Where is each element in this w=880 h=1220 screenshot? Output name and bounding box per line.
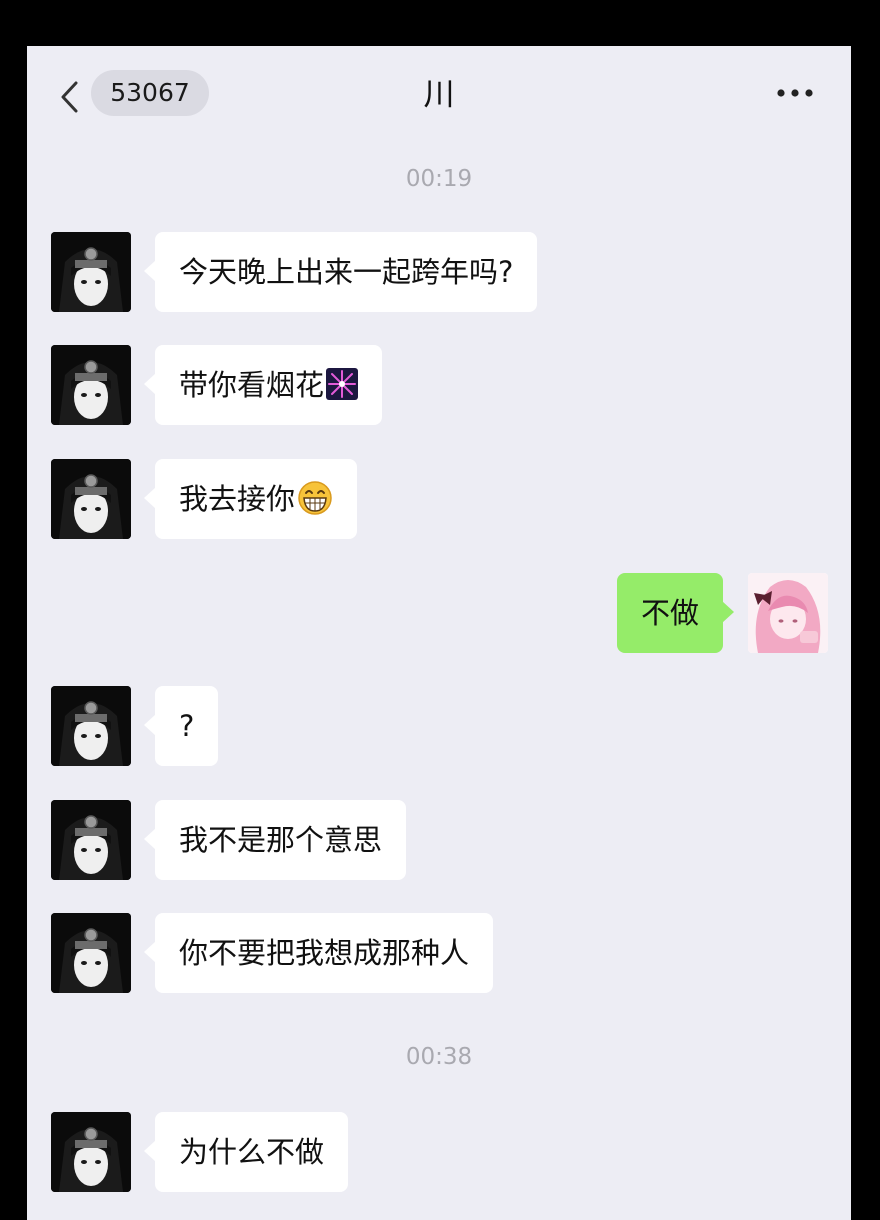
my-avatar[interactable] (748, 573, 828, 653)
contact-avatar[interactable] (51, 913, 131, 993)
timestamp: 00:19 (405, 166, 473, 192)
message-row-incoming: 为什么不做 (27, 1112, 851, 1192)
message-text: 今天晚上出来一起跨年吗? (179, 255, 514, 289)
contact-avatar[interactable] (51, 345, 131, 425)
timestamp: 00:38 (405, 1044, 473, 1070)
chat-screen: 53067 川 00:19 今天晚上出来一起跨年吗? 带你看烟花 我去接你 不做… (27, 46, 851, 1220)
message-text: 你不要把我想成那种人 (179, 936, 470, 970)
message-row-incoming: 我不是那个意思 (27, 800, 851, 880)
message-bubble[interactable]: 你不要把我想成那种人 (143, 913, 494, 993)
contact-avatar[interactable] (51, 686, 131, 766)
message-bubble[interactable]: 今天晚上出来一起跨年吗? (143, 232, 538, 312)
message-text: 不做 (640, 596, 699, 630)
message-row-incoming: 今天晚上出来一起跨年吗? (27, 232, 851, 312)
message-bubble[interactable]: 我不是那个意思 (143, 800, 407, 880)
message-row-incoming: 我去接你 (27, 459, 851, 539)
back-button[interactable] (57, 80, 83, 114)
chat-title: 川 (423, 77, 455, 113)
more-options-button[interactable] (771, 80, 819, 106)
message-row-incoming: ? (27, 686, 851, 766)
message-text: 为什么不做 (179, 1135, 325, 1169)
fireworks-emoji-icon (326, 368, 359, 400)
contact-avatar[interactable] (51, 800, 131, 880)
message-row-outgoing: 不做 (27, 573, 851, 653)
message-bubble[interactable]: ? (143, 686, 219, 766)
contact-avatar[interactable] (51, 232, 131, 312)
message-bubble[interactable]: 我去接你 (143, 459, 358, 539)
more-dots-icon (777, 89, 813, 97)
chat-header: 53067 川 (27, 46, 851, 146)
message-row-incoming: 带你看烟花 (27, 345, 851, 425)
message-row-incoming: 你不要把我想成那种人 (27, 913, 851, 993)
message-text: 我去接你 (179, 482, 296, 516)
message-bubble[interactable]: 为什么不做 (143, 1112, 349, 1192)
chevron-left-icon (61, 81, 78, 113)
message-text: 带你看烟花 (179, 368, 325, 402)
message-bubble[interactable]: 带你看烟花 (143, 345, 383, 425)
unread-count-badge[interactable]: 53067 (91, 70, 209, 116)
contact-avatar[interactable] (51, 1112, 131, 1192)
contact-avatar[interactable] (51, 459, 131, 539)
message-bubble[interactable]: 不做 (616, 573, 735, 653)
message-text: ? (179, 709, 195, 743)
grinning-face-emoji-icon (298, 481, 332, 515)
message-text: 我不是那个意思 (179, 823, 383, 857)
